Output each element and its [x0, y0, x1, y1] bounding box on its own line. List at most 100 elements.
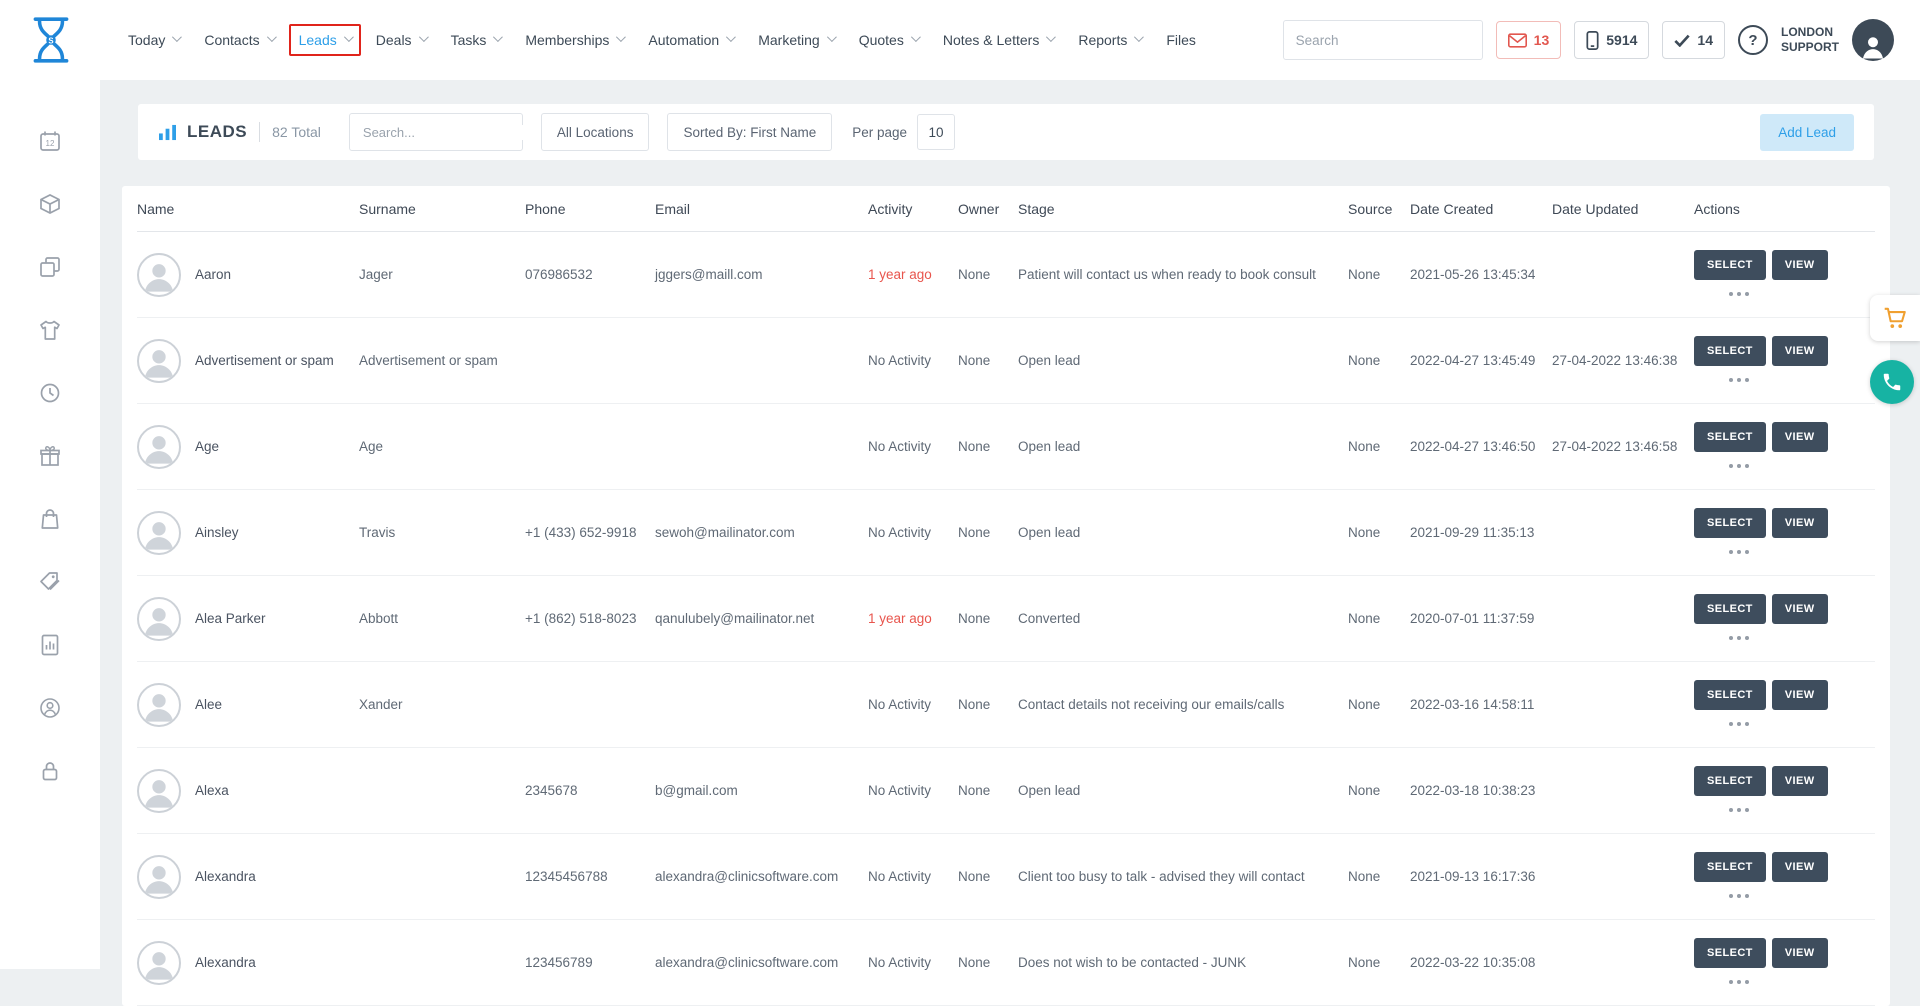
cart-widget-button[interactable]: [1870, 295, 1920, 341]
view-button[interactable]: VIEW: [1772, 766, 1828, 796]
select-button[interactable]: SELECT: [1694, 766, 1766, 796]
select-button[interactable]: SELECT: [1694, 422, 1766, 452]
nav-today[interactable]: Today: [128, 32, 179, 48]
calls-badge[interactable]: 5914: [1574, 21, 1649, 59]
col-surname: Surname: [359, 201, 525, 217]
lead-name[interactable]: Alexa: [195, 781, 229, 801]
table-row: Alexandra 123456789 alexandra@clinicsoft…: [137, 920, 1875, 1006]
reports-icon[interactable]: [37, 632, 63, 658]
person-icon: [139, 943, 179, 983]
nav-notes-letters[interactable]: Notes & Letters: [943, 32, 1054, 48]
nav-deals[interactable]: Deals: [376, 32, 426, 48]
copies-icon[interactable]: [37, 254, 63, 280]
purchases-icon[interactable]: [37, 506, 63, 532]
user-avatar[interactable]: [1852, 19, 1894, 61]
nav-tasks[interactable]: Tasks: [451, 32, 501, 48]
left-sidebar: 12: [0, 80, 100, 969]
view-button[interactable]: VIEW: [1772, 938, 1828, 968]
leads-search-input[interactable]: [363, 125, 539, 140]
add-lead-button[interactable]: Add Lead: [1760, 114, 1854, 151]
lead-activity: No Activity: [868, 437, 958, 457]
more-actions-button[interactable]: [1726, 891, 1752, 901]
lead-stage: Open lead: [1018, 437, 1348, 457]
apparel-icon[interactable]: [37, 317, 63, 343]
more-actions-button[interactable]: [1726, 547, 1752, 557]
view-button[interactable]: VIEW: [1772, 852, 1828, 882]
more-actions-button[interactable]: [1726, 977, 1752, 987]
per-page-input[interactable]: 10: [917, 114, 955, 150]
help-icon[interactable]: ?: [1738, 25, 1768, 55]
lead-actions: SELECTVIEW: [1694, 680, 1875, 729]
nav-files[interactable]: Files: [1166, 32, 1196, 48]
lead-actions: SELECTVIEW: [1694, 852, 1875, 901]
history-icon[interactable]: [37, 380, 63, 406]
more-actions-button[interactable]: [1726, 805, 1752, 815]
view-button[interactable]: VIEW: [1772, 680, 1828, 710]
table-row: Alexandra 12345456788 alexandra@clinicso…: [137, 834, 1875, 920]
select-button[interactable]: SELECT: [1694, 336, 1766, 366]
table-row: Alea Parker Abbott +1 (862) 518-8023 qan…: [137, 576, 1875, 662]
select-button[interactable]: SELECT: [1694, 508, 1766, 538]
nav-quotes[interactable]: Quotes: [859, 32, 918, 48]
app-logo[interactable]: S: [26, 13, 76, 67]
global-search-input[interactable]: [1296, 33, 1473, 48]
call-widget-button[interactable]: [1870, 360, 1914, 404]
view-button[interactable]: VIEW: [1772, 336, 1828, 366]
support-icon[interactable]: [37, 695, 63, 721]
account-line2: SUPPORT: [1781, 40, 1839, 55]
total-count: 82 Total: [272, 124, 321, 140]
location-filter-select[interactable]: All Locations: [541, 113, 650, 151]
chevron-down-icon: [911, 32, 921, 42]
more-actions-button[interactable]: [1726, 633, 1752, 643]
select-button[interactable]: SELECT: [1694, 594, 1766, 624]
view-button[interactable]: VIEW: [1772, 422, 1828, 452]
help-glyph: ?: [1748, 32, 1757, 49]
lock-icon[interactable]: [37, 758, 63, 784]
lead-name[interactable]: Alexandra: [195, 867, 256, 887]
header-right: 13 5914 14 ? LONDON SUPPORT: [1283, 19, 1894, 61]
avatar: [137, 597, 181, 641]
select-button[interactable]: SELECT: [1694, 852, 1766, 882]
more-actions-button[interactable]: [1726, 719, 1752, 729]
more-actions-button[interactable]: [1726, 461, 1752, 471]
select-button[interactable]: SELECT: [1694, 680, 1766, 710]
lead-name[interactable]: Advertisement or spam: [195, 351, 334, 371]
calendar-icon[interactable]: 12: [37, 128, 63, 154]
lead-name[interactable]: Alea Parker: [195, 609, 266, 629]
select-button[interactable]: SELECT: [1694, 250, 1766, 280]
nav-automation[interactable]: Automation: [648, 32, 733, 48]
messages-badge[interactable]: 13: [1496, 21, 1562, 59]
lead-stage: Patient will contact us when ready to bo…: [1018, 265, 1348, 285]
table-row: Age Age No Activity None Open lead None …: [137, 404, 1875, 490]
nav-marketing[interactable]: Marketing: [758, 32, 833, 48]
view-button[interactable]: VIEW: [1772, 594, 1828, 624]
lead-surname: Xander: [359, 695, 525, 715]
lead-source: None: [1348, 609, 1410, 629]
select-button[interactable]: SELECT: [1694, 938, 1766, 968]
view-button[interactable]: VIEW: [1772, 508, 1828, 538]
sort-by-select[interactable]: Sorted By: First Name: [667, 113, 832, 151]
lead-name[interactable]: Ainsley: [195, 523, 239, 543]
lead-name[interactable]: Alee: [195, 695, 222, 715]
lead-date-created: 2021-05-26 13:45:34: [1410, 265, 1552, 285]
lead-name[interactable]: Alexandra: [195, 953, 256, 973]
col-actions: Actions: [1694, 201, 1875, 217]
lead-email: alexandra@clinicsoftware.com: [655, 953, 868, 973]
more-actions-button[interactable]: [1726, 375, 1752, 385]
nav-contacts[interactable]: Contacts: [204, 32, 273, 48]
gifts-icon[interactable]: [37, 443, 63, 469]
products-icon[interactable]: [37, 191, 63, 217]
lead-date-created: 2022-03-22 10:35:08: [1410, 953, 1552, 973]
person-icon: [139, 599, 179, 639]
lead-name[interactable]: Aaron: [195, 265, 231, 285]
tasks-badge[interactable]: 14: [1662, 21, 1725, 59]
view-button[interactable]: VIEW: [1772, 250, 1828, 280]
nav-reports[interactable]: Reports: [1078, 32, 1141, 48]
lead-stage: Does not wish to be contacted - JUNK: [1018, 953, 1348, 973]
lead-date-created: 2022-03-16 14:58:11: [1410, 695, 1552, 715]
more-actions-button[interactable]: [1726, 289, 1752, 299]
nav-memberships[interactable]: Memberships: [525, 32, 623, 48]
lead-name[interactable]: Age: [195, 437, 219, 457]
tags-icon[interactable]: [37, 569, 63, 595]
nav-leads[interactable]: Leads: [289, 24, 361, 56]
